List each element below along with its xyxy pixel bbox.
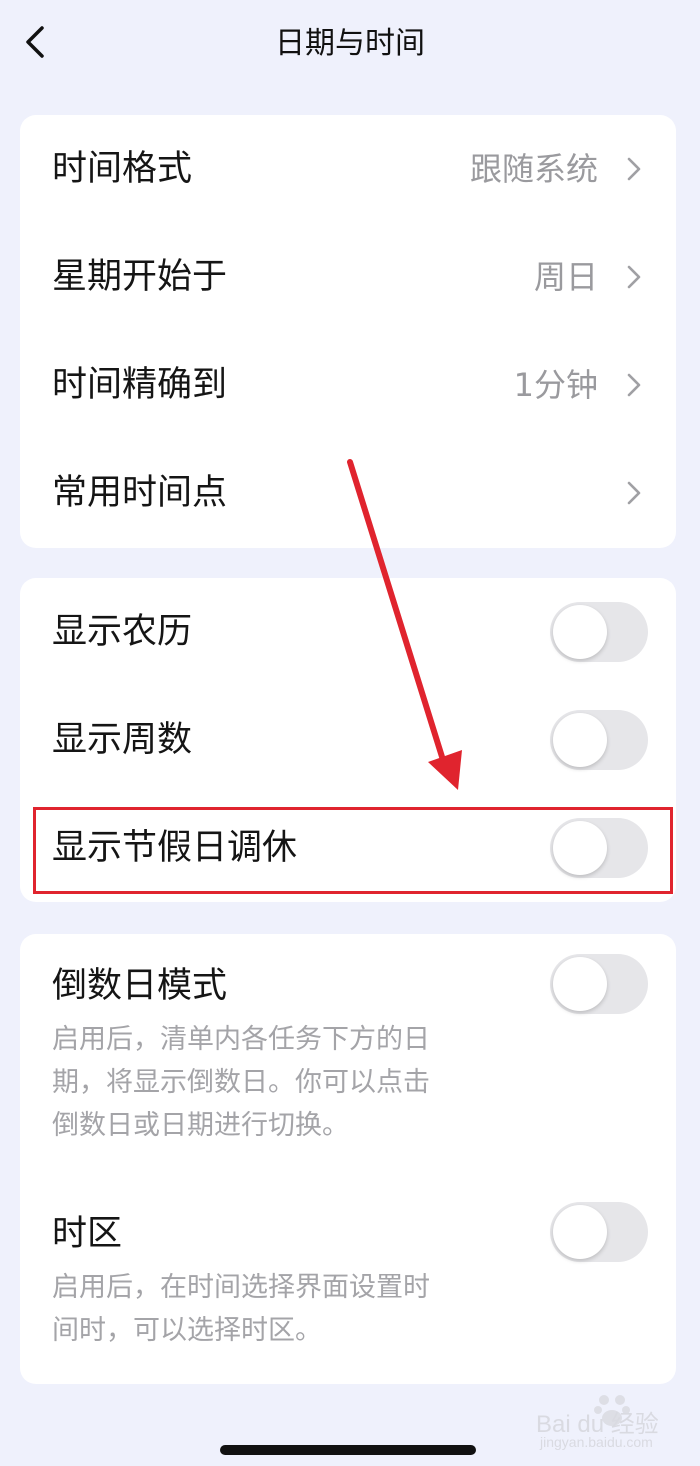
row-label: 倒数日模式: [52, 966, 228, 1006]
highlight-box: [33, 807, 673, 894]
row-value: 跟随系统: [469, 150, 598, 188]
settings-card-advanced: 倒数日模式 启用后，清单内各任务下方的日 期，将显示倒数日。你可以点击 倒数日或…: [20, 934, 676, 1384]
row-common-times[interactable]: 常用时间点: [20, 439, 676, 548]
row-time-precision[interactable]: 时间精确到 1分钟: [20, 331, 676, 439]
row-value: 1分钟: [513, 366, 598, 404]
row-label: 时间精确到: [52, 365, 228, 405]
settings-card-general: 时间格式 跟随系统 星期开始于 周日 时间精确到 1分钟 常用时间点: [20, 115, 676, 548]
row-value: 周日: [533, 258, 598, 296]
watermark: Bai du 经验 jingyan.baidu.com: [536, 1390, 696, 1460]
page-title: 日期与时间: [275, 26, 425, 61]
chevron-right-icon: [627, 481, 641, 505]
row-label: 星期开始于: [52, 257, 228, 297]
row-time-format[interactable]: 时间格式 跟随系统: [20, 115, 676, 223]
description-line: 期，将显示倒数日。你可以点击: [52, 1067, 430, 1098]
row-timezone: 时区 启用后，在时间选择界面设置时 间时，可以选择时区。: [20, 1182, 676, 1384]
row-description: 启用后，清单内各任务下方的日 期，将显示倒数日。你可以点击 倒数日或日期进行切换…: [52, 1018, 512, 1147]
home-indicator[interactable]: [220, 1445, 476, 1455]
description-line: 倒数日或日期进行切换。: [52, 1110, 349, 1141]
row-show-lunar: 显示农历: [20, 578, 676, 686]
toggle-knob: [553, 713, 607, 767]
row-label: 常用时间点: [52, 473, 228, 513]
toggle-knob: [553, 605, 607, 659]
show-week-numbers-toggle[interactable]: [550, 710, 648, 770]
row-week-start[interactable]: 星期开始于 周日: [20, 223, 676, 331]
countdown-mode-toggle[interactable]: [550, 954, 648, 1014]
row-show-week-numbers: 显示周数: [20, 686, 676, 794]
row-countdown-mode: 倒数日模式 启用后，清单内各任务下方的日 期，将显示倒数日。你可以点击 倒数日或…: [20, 934, 676, 1174]
description-line: 启用后，清单内各任务下方的日: [52, 1024, 430, 1055]
watermark-url: jingyan.baidu.com: [540, 1434, 653, 1450]
toggle-knob: [553, 957, 607, 1011]
description-line: 间时，可以选择时区。: [52, 1315, 322, 1346]
toggle-knob: [553, 1205, 607, 1259]
timezone-toggle[interactable]: [550, 1202, 648, 1262]
top-nav-bar: 日期与时间: [0, 0, 700, 88]
description-line: 启用后，在时间选择界面设置时: [52, 1272, 430, 1303]
row-label: 时区: [52, 1214, 123, 1254]
row-label: 时间格式: [52, 149, 193, 189]
row-label: 显示周数: [52, 720, 193, 760]
show-lunar-toggle[interactable]: [550, 602, 648, 662]
chevron-right-icon: [627, 373, 641, 397]
row-label: 显示农历: [52, 612, 193, 652]
chevron-right-icon: [627, 265, 641, 289]
row-description: 启用后，在时间选择界面设置时 间时，可以选择时区。: [52, 1266, 512, 1352]
chevron-right-icon: [627, 157, 641, 181]
